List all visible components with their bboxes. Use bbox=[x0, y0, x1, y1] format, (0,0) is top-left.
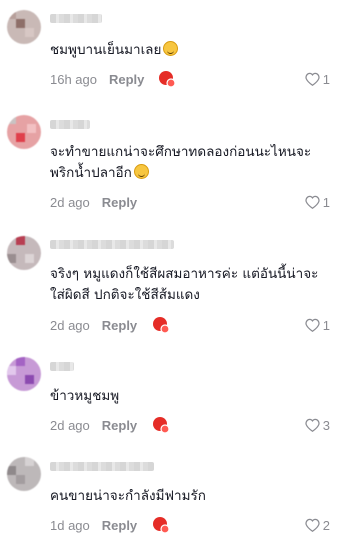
avatar[interactable] bbox=[7, 357, 41, 391]
reply-button[interactable]: Reply bbox=[102, 318, 137, 333]
like-count: 1 bbox=[322, 194, 330, 210]
creator-reaction-icon[interactable] bbox=[152, 416, 170, 434]
laughing-tears-emoji-icon bbox=[163, 41, 179, 56]
reply-button[interactable]: Reply bbox=[109, 72, 144, 87]
comment-text: คนขายน่าจะกำลังมีฟามรัก bbox=[50, 488, 206, 504]
username[interactable] bbox=[50, 462, 154, 471]
username[interactable] bbox=[50, 240, 174, 249]
heart-icon bbox=[305, 518, 320, 532]
heart-icon bbox=[305, 418, 320, 432]
timestamp: 2d ago bbox=[50, 317, 90, 333]
like-button[interactable]: 2 bbox=[305, 516, 330, 534]
like-button[interactable]: 3 bbox=[305, 416, 330, 434]
username[interactable] bbox=[50, 14, 102, 23]
timestamp: 2d ago bbox=[50, 194, 90, 210]
like-count: 1 bbox=[322, 317, 330, 333]
avatar[interactable] bbox=[7, 10, 41, 44]
avatar[interactable] bbox=[7, 115, 41, 149]
timestamp: 1d ago bbox=[50, 517, 90, 533]
username[interactable] bbox=[50, 120, 90, 129]
comment-meta: 16h ago Reply bbox=[50, 70, 144, 88]
avatar[interactable] bbox=[7, 457, 41, 491]
like-count: 2 bbox=[322, 517, 330, 533]
heart-icon bbox=[305, 195, 320, 209]
like-button[interactable]: 1 bbox=[305, 193, 330, 211]
creator-reaction-icon[interactable] bbox=[152, 516, 170, 534]
like-count: 1 bbox=[322, 71, 330, 87]
like-count: 3 bbox=[322, 417, 330, 433]
reply-button[interactable]: Reply bbox=[102, 518, 137, 533]
reply-button[interactable]: Reply bbox=[102, 418, 137, 433]
username[interactable] bbox=[50, 362, 74, 371]
timestamp: 16h ago bbox=[50, 71, 97, 87]
like-button[interactable]: 1 bbox=[305, 316, 330, 334]
like-button[interactable]: 1 bbox=[305, 70, 330, 88]
comment-meta: 2d ago Reply bbox=[50, 416, 137, 434]
creator-reaction-icon[interactable] bbox=[152, 316, 170, 334]
timestamp: 2d ago bbox=[50, 417, 90, 433]
comment-meta: 2d ago Reply bbox=[50, 193, 137, 211]
avatar[interactable] bbox=[7, 236, 41, 270]
heart-icon bbox=[305, 72, 320, 86]
comment-meta: 1d ago Reply bbox=[50, 516, 137, 534]
comment-text: จริงๆ หมูแดงก็ใช้สีผสมอาหารค่ะ แต่อันนี้… bbox=[50, 266, 319, 303]
grinning-squint-emoji-icon bbox=[133, 164, 149, 179]
comment-text: ข้าวหมูชมพู bbox=[50, 388, 120, 404]
comment-meta: 2d ago Reply bbox=[50, 316, 137, 334]
comment-text: ชมพูบานเย็นมาเลย bbox=[50, 40, 332, 61]
comment-text: จะทำขายแกน่าจะศึกษาทดลองก่อนนะไหนจะ พริก… bbox=[50, 144, 312, 181]
creator-reaction-icon[interactable] bbox=[158, 70, 176, 88]
reply-button[interactable]: Reply bbox=[102, 195, 137, 210]
heart-icon bbox=[305, 318, 320, 332]
